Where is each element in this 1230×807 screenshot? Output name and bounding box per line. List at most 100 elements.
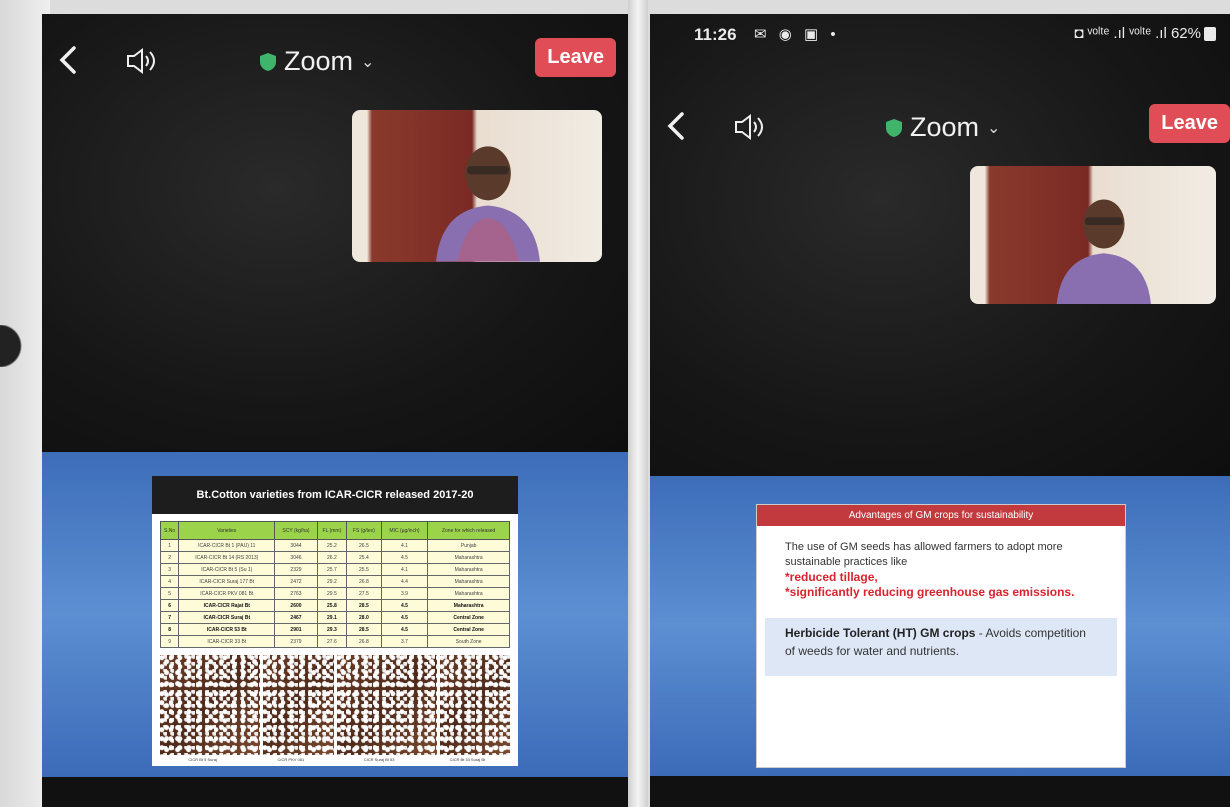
table-cell: 29.3 bbox=[316, 623, 348, 636]
table-row: 5 ICAR-CICR PKV 081 Bt 2763 29.5 27.5 3.9 Maha… bbox=[159, 587, 510, 600]
table-cell: ICAR-CICR PKV 081 Bt bbox=[178, 587, 276, 600]
speaker-video-tile[interactable] bbox=[352, 110, 602, 262]
left-phone-screenshot: Zoom ⌄ Leave Bt.Cotton varieties from IC… bbox=[42, 14, 628, 807]
table-cell: 7 bbox=[159, 611, 180, 624]
table-cell: 2600 bbox=[274, 599, 318, 612]
cotton-field-photo bbox=[336, 655, 437, 755]
table-cell: 25.2 bbox=[316, 539, 348, 552]
meeting-topbar: Zoom ⌄ Leave bbox=[650, 98, 1230, 158]
table-cell: 8 bbox=[159, 623, 180, 636]
speaker-icon[interactable] bbox=[732, 112, 766, 142]
table-cell: 9 bbox=[159, 635, 180, 648]
speaker-video-tile[interactable] bbox=[970, 166, 1216, 304]
table-cell: Central Zone bbox=[427, 623, 510, 636]
table-cell: South Zone bbox=[427, 635, 510, 648]
table-cell: 29.5 bbox=[316, 587, 348, 600]
binder-clip bbox=[0, 325, 30, 367]
table-cell: ICAR-CICR 53 Bt bbox=[178, 623, 276, 636]
photo-caption: CICR Bt 5 Suraj bbox=[188, 757, 217, 762]
cotton-field-photo bbox=[439, 655, 510, 755]
table-cell: 3.9 bbox=[380, 587, 429, 600]
right-phone-screenshot: 11:26 ✉ ◉ ▣ • ◘ ᵛᵒˡᵗᵉ .ıl ᵛᵒˡᵗᵉ .ıl 62% … bbox=[650, 14, 1230, 807]
photo-captions: CICR Bt 5 Suraj CICR PKV 081 CICR Suraj Bt… bbox=[160, 757, 510, 762]
table-row: 6 ICAR-CICR Rajat Bt 2600 25.8 28.5 4.5 Mahara… bbox=[159, 599, 510, 612]
table-cell: 28.5 bbox=[346, 623, 382, 636]
notification-icons: ✉ ◉ ▣ • bbox=[754, 26, 840, 43]
cotton-field-photo bbox=[160, 655, 261, 755]
speaker-icon[interactable] bbox=[124, 46, 158, 76]
table-cell: 4.1 bbox=[380, 563, 429, 576]
table-header-cell: MIC (µg/inch) bbox=[380, 521, 429, 540]
table-cell: 26.2 bbox=[316, 551, 348, 564]
slide-body: The use of GM seeds has allowed farmers … bbox=[757, 526, 1125, 600]
chevron-down-icon: ⌄ bbox=[361, 53, 375, 71]
leave-button[interactable]: Leave bbox=[1149, 104, 1230, 143]
photo-caption: CICR PKV 081 bbox=[277, 757, 305, 762]
slide-point: *significantly reducing greenhouse gas e… bbox=[785, 585, 1075, 599]
table-cell: 25.8 bbox=[316, 599, 348, 612]
table-cell: ICAR-CICR Rajat Bt bbox=[178, 599, 276, 612]
signal-battery: ◘ ᵛᵒˡᵗᵉ .ıl ᵛᵒˡᵗᵉ .ıl 62% bbox=[1074, 25, 1216, 42]
table-header-cell: FL (mm) bbox=[316, 521, 348, 540]
table-cell: 2379 bbox=[274, 635, 318, 648]
table-row: 7 ICAR-CICR Suraj Bt 2467 29.1 28.0 4.5 Centra… bbox=[159, 611, 510, 624]
slide-title: Bt.Cotton varieties from ICAR-CICR relea… bbox=[152, 476, 518, 514]
table-cell: 3044 bbox=[274, 539, 318, 552]
table-row: 1 ICAR-CICR Bt 1 (PAU) 11 3044 25.2 26.5 4.1 P… bbox=[159, 539, 510, 552]
table-cell: 26.8 bbox=[346, 635, 382, 648]
page-divider bbox=[628, 0, 648, 807]
ht-heading: Herbicide Tolerant (HT) GM crops bbox=[785, 626, 976, 640]
table-cell: 2763 bbox=[274, 587, 318, 600]
shared-screen: Advantages of GM crops for sustainabilit… bbox=[650, 476, 1230, 776]
table-cell: ICAR-CICR 33 Bt bbox=[178, 635, 276, 648]
table-cell: 28.0 bbox=[346, 611, 382, 624]
back-icon[interactable] bbox=[662, 108, 690, 144]
slide-title: Advantages of GM crops for sustainabilit… bbox=[757, 505, 1125, 526]
table-cell: 4.5 bbox=[380, 599, 429, 612]
table-slide: Bt.Cotton varieties from ICAR-CICR relea… bbox=[152, 476, 518, 766]
status-time: 11:26 bbox=[694, 25, 737, 44]
table-cell: Central Zone bbox=[427, 611, 510, 624]
table-cell: ICAR-CICR Bt 5 (Su 1) bbox=[178, 563, 276, 576]
back-icon[interactable] bbox=[54, 42, 82, 78]
table-cell: ICAR-CICR Suraj Bt bbox=[178, 611, 276, 624]
varieties-table: S.No Varieties SCY (kg/ha) FL (mm) FS (g/tex… bbox=[159, 521, 510, 648]
table-header-cell: Varieties bbox=[178, 521, 276, 540]
table-cell: Maharashtra bbox=[427, 551, 510, 564]
table-cell: 4.5 bbox=[380, 623, 429, 636]
table-cell: 2329 bbox=[274, 563, 318, 576]
table-cell: 25.5 bbox=[346, 563, 382, 576]
slide-point: *reduced tillage, bbox=[785, 570, 878, 584]
cotton-field-photo bbox=[263, 655, 334, 755]
table-cell: 27.5 bbox=[346, 587, 382, 600]
battery-icon bbox=[1204, 27, 1216, 42]
table-cell: 2901 bbox=[274, 623, 318, 636]
cotton-photos bbox=[160, 655, 510, 755]
shared-screen: Bt.Cotton varieties from ICAR-CICR relea… bbox=[42, 452, 628, 777]
meeting-title-menu[interactable]: Zoom ⌄ bbox=[260, 46, 374, 77]
table-cell: 3046 bbox=[274, 551, 318, 564]
meeting-topbar: Zoom ⌄ Leave bbox=[42, 32, 628, 92]
table-cell: 4.1 bbox=[380, 539, 429, 552]
table-cell: 27.6 bbox=[316, 635, 348, 648]
status-bar: 11:26 ✉ ◉ ▣ • ◘ ᵛᵒˡᵗᵉ .ıl ᵛᵒˡᵗᵉ .ıl 62% bbox=[650, 22, 1230, 48]
table-cell: 26.8 bbox=[346, 575, 382, 588]
table-header-cell: SCY (kg/ha) bbox=[274, 521, 318, 540]
table-row: 9 ICAR-CICR 33 Bt 2379 27.6 26.8 3.7 South Zon… bbox=[159, 635, 510, 648]
photo-caption: CICR Bt 33 Suraj Bt bbox=[449, 757, 486, 762]
meeting-title: Zoom bbox=[910, 112, 980, 142]
table-cell: 5 bbox=[159, 587, 180, 600]
table-cell: 29.2 bbox=[316, 575, 348, 588]
bottom-bar bbox=[42, 777, 628, 807]
leave-button[interactable]: Leave bbox=[535, 38, 616, 77]
table-cell: 3 bbox=[159, 563, 180, 576]
meeting-title-menu[interactable]: Zoom ⌄ bbox=[886, 112, 1000, 143]
table-cell: Maharashtra bbox=[427, 563, 510, 576]
shield-icon bbox=[886, 118, 902, 137]
chevron-down-icon: ⌄ bbox=[987, 119, 1001, 137]
table-cell: 2472 bbox=[274, 575, 318, 588]
table-row: 4 ICAR-CICR Suraj 177 Bt 2472 29.2 26.8 4.4 Ma… bbox=[159, 575, 510, 588]
table-cell: 25.4 bbox=[346, 551, 382, 564]
photo-caption: CICR Suraj Bt 53 bbox=[363, 757, 395, 762]
table-cell: Punjab bbox=[427, 539, 510, 552]
